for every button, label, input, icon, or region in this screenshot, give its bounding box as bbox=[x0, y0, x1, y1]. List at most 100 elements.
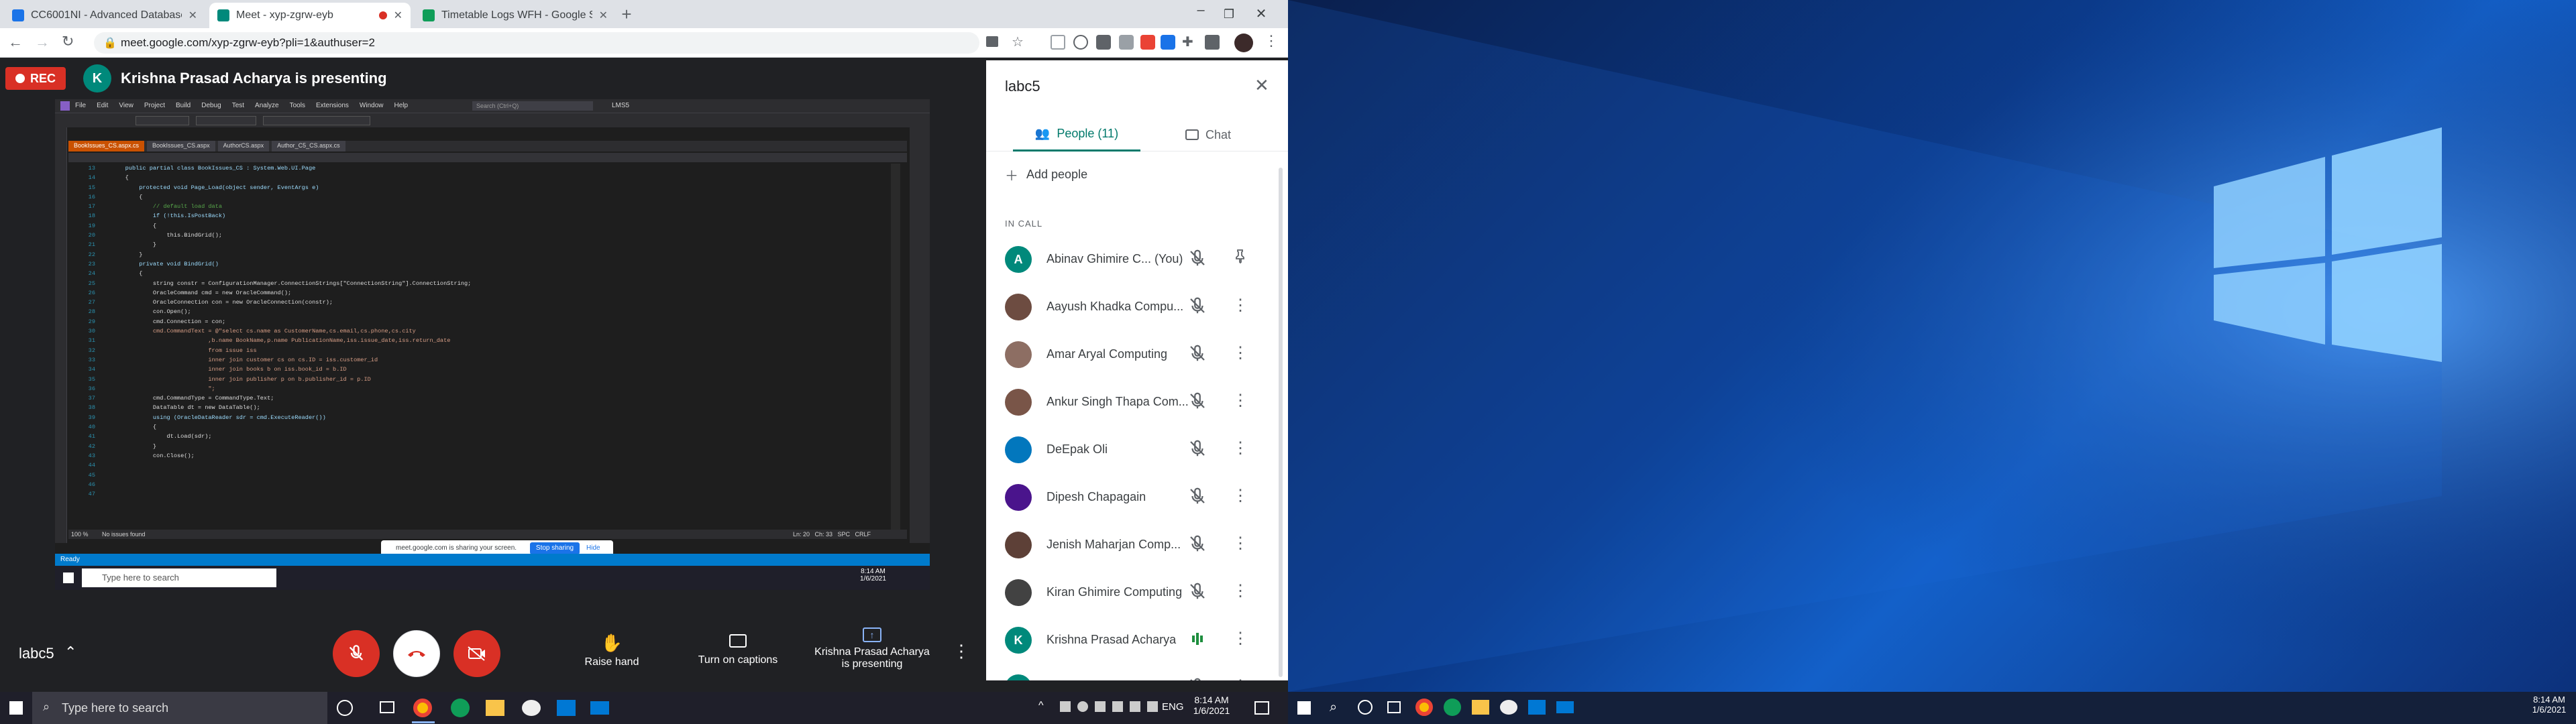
more-options-icon[interactable]: ⋮ bbox=[1230, 296, 1250, 316]
speaking-indicator-icon[interactable] bbox=[1187, 629, 1208, 649]
vs-menu-item[interactable]: Test bbox=[232, 102, 244, 109]
participant-row[interactable]: Jenish Maharjan Comp... ⋮ bbox=[986, 519, 1288, 566]
camera-toggle-button[interactable] bbox=[453, 630, 500, 677]
vs-menu-item[interactable]: Edit bbox=[97, 102, 108, 109]
file-explorer-icon[interactable] bbox=[486, 700, 504, 716]
tab-people[interactable]: 👥 People (11) bbox=[1013, 118, 1140, 152]
extension-icon[interactable] bbox=[1119, 35, 1134, 50]
vs-menu-item[interactable]: View bbox=[119, 102, 133, 109]
url-bar[interactable]: 🔒 meet.google.com/xyp-zgrw-eyb?pli=1&aut… bbox=[94, 32, 979, 54]
clock[interactable]: 8:14 AM 1/6/2021 bbox=[2529, 695, 2569, 715]
leave-call-button[interactable] bbox=[393, 630, 440, 677]
chevron-up-icon[interactable]: ⌃ bbox=[64, 644, 76, 661]
more-options-icon[interactable]: ⋮ bbox=[1230, 438, 1250, 459]
extensions-puzzle-icon[interactable]: ✚ bbox=[1182, 34, 1193, 50]
raise-hand-button[interactable]: ✋ Raise hand bbox=[578, 633, 645, 668]
star-icon[interactable]: ☆ bbox=[1012, 34, 1024, 50]
language-indicator[interactable]: ENG bbox=[1162, 701, 1184, 713]
more-options-icon[interactable]: ⋮ bbox=[1230, 534, 1250, 554]
more-options-icon[interactable]: ⋮ bbox=[1230, 676, 1250, 680]
captions-button[interactable]: Turn on captions bbox=[687, 634, 789, 666]
participant-row[interactable]: Dipesh Chapagain ⋮ bbox=[986, 471, 1288, 518]
close-icon[interactable]: ✕ bbox=[1254, 75, 1269, 96]
vs-run-button[interactable] bbox=[263, 116, 370, 125]
more-options-icon[interactable]: ⋮ bbox=[1230, 581, 1250, 601]
extension-icon[interactable] bbox=[1096, 35, 1111, 50]
edge-icon[interactable] bbox=[451, 699, 470, 717]
windows-start-icon[interactable] bbox=[9, 701, 23, 715]
tray-up-icon[interactable]: ^ bbox=[1038, 700, 1044, 712]
vs-scrollbar[interactable] bbox=[891, 164, 900, 530]
edge-icon[interactable] bbox=[1444, 699, 1461, 716]
participant-row[interactable]: A Abinav Ghimire C... (You) bbox=[986, 233, 1288, 280]
store-icon[interactable] bbox=[1528, 700, 1546, 715]
participant-row[interactable]: Ankur Singh Thapa Com... ⋮ bbox=[986, 376, 1288, 423]
file-explorer-icon[interactable] bbox=[1472, 700, 1489, 715]
mic-muted-icon[interactable] bbox=[1187, 534, 1208, 554]
windows-start-icon[interactable] bbox=[1297, 701, 1311, 715]
hide-button[interactable]: Hide bbox=[586, 544, 600, 552]
media-icon[interactable] bbox=[1205, 35, 1220, 50]
browser-tab-2[interactable]: Meet - xyp-zgrw-eyb ✕ bbox=[209, 3, 411, 28]
close-tab-icon[interactable]: ✕ bbox=[189, 9, 197, 22]
mic-toggle-button[interactable] bbox=[333, 630, 380, 677]
mic-muted-icon[interactable] bbox=[1187, 391, 1208, 411]
participant-row[interactable]: Amar Aryal Computing ⋮ bbox=[986, 328, 1288, 375]
maximize-button[interactable]: ❐ bbox=[1216, 3, 1242, 25]
more-options-icon[interactable]: ⋮ bbox=[1230, 391, 1250, 411]
mic-muted-icon[interactable] bbox=[1187, 296, 1208, 316]
extension-icon[interactable] bbox=[1051, 35, 1065, 50]
vs-doc-tab[interactable]: BookIssues_CS.aspx bbox=[147, 141, 215, 152]
cortana-icon[interactable] bbox=[337, 700, 353, 716]
vs-menu-item[interactable]: Analyze bbox=[255, 102, 279, 109]
vs-menu-item[interactable]: Window bbox=[360, 102, 384, 109]
mic-muted-icon[interactable] bbox=[1187, 248, 1208, 268]
more-options-icon[interactable]: ⋮ bbox=[1230, 343, 1250, 363]
tray-icon[interactable] bbox=[1060, 701, 1071, 712]
mic-muted-icon[interactable] bbox=[1187, 343, 1208, 363]
vs-doc-tab[interactable]: Author_C5_CS.aspx.cs bbox=[272, 141, 345, 152]
battery-icon[interactable] bbox=[1130, 701, 1140, 712]
app-icon[interactable] bbox=[522, 700, 541, 716]
task-view-icon[interactable] bbox=[380, 701, 394, 713]
chrome-icon[interactable] bbox=[413, 699, 432, 717]
participant-row[interactable]: DeEpak Oli ⋮ bbox=[986, 424, 1288, 471]
tab-chat[interactable]: Chat bbox=[1144, 118, 1272, 152]
back-icon[interactable]: ← bbox=[8, 34, 23, 51]
participant-row[interactable]: K Krishna Prasad Acharya ⋮ bbox=[986, 614, 1288, 661]
mic-muted-icon[interactable] bbox=[1187, 581, 1208, 601]
close-window-button[interactable]: ✕ bbox=[1248, 3, 1275, 25]
vs-menu-item[interactable]: Extensions bbox=[316, 102, 349, 109]
forward-icon[interactable]: → bbox=[35, 34, 50, 51]
extension-icon[interactable] bbox=[1073, 35, 1088, 50]
presenting-button[interactable]: ↑ Krishna Prasad Acharya is presenting bbox=[805, 627, 939, 670]
vs-menu-item[interactable]: Debug bbox=[201, 102, 221, 109]
stop-sharing-button[interactable]: Stop sharing bbox=[530, 542, 580, 554]
minimize-button[interactable]: – bbox=[1187, 3, 1214, 25]
tray-icon[interactable] bbox=[1147, 701, 1158, 712]
cortana-icon[interactable] bbox=[1358, 700, 1373, 715]
vs-menu-item[interactable]: Help bbox=[394, 102, 408, 109]
task-view-icon[interactable] bbox=[1387, 701, 1401, 713]
browser-tab-3[interactable]: Timetable Logs WFH - Google Sh ✕ bbox=[415, 3, 616, 28]
extension-icon[interactable] bbox=[1161, 35, 1175, 50]
vs-menu-item[interactable]: Project bbox=[144, 102, 165, 109]
camera-icon[interactable] bbox=[986, 36, 998, 47]
pin-icon[interactable] bbox=[1230, 248, 1250, 268]
vs-doc-tab[interactable]: AuthorCS.aspx bbox=[217, 141, 270, 152]
browser-tab-1[interactable]: CC6001NI - Advanced Database ✕ bbox=[4, 3, 205, 28]
mail-icon[interactable] bbox=[1556, 701, 1574, 713]
mic-muted-icon[interactable] bbox=[1187, 438, 1208, 459]
tray-icon[interactable] bbox=[1077, 701, 1088, 712]
close-tab-icon[interactable]: ✕ bbox=[599, 9, 608, 22]
more-options-icon[interactable]: ⋮ bbox=[1230, 486, 1250, 506]
panel-scrollbar[interactable] bbox=[1279, 168, 1283, 677]
reload-icon[interactable]: ↻ bbox=[62, 33, 74, 50]
taskbar-search[interactable]: ⌕ Type here to search bbox=[32, 692, 327, 724]
vs-platform-dropdown[interactable] bbox=[196, 116, 256, 125]
store-icon[interactable] bbox=[557, 700, 576, 716]
more-options-icon[interactable]: ⋮ bbox=[1230, 629, 1250, 649]
new-tab-button[interactable]: + bbox=[616, 4, 637, 25]
vs-search-input[interactable]: Search (Ctrl+Q) bbox=[472, 101, 593, 111]
volume-icon[interactable] bbox=[1112, 701, 1123, 712]
